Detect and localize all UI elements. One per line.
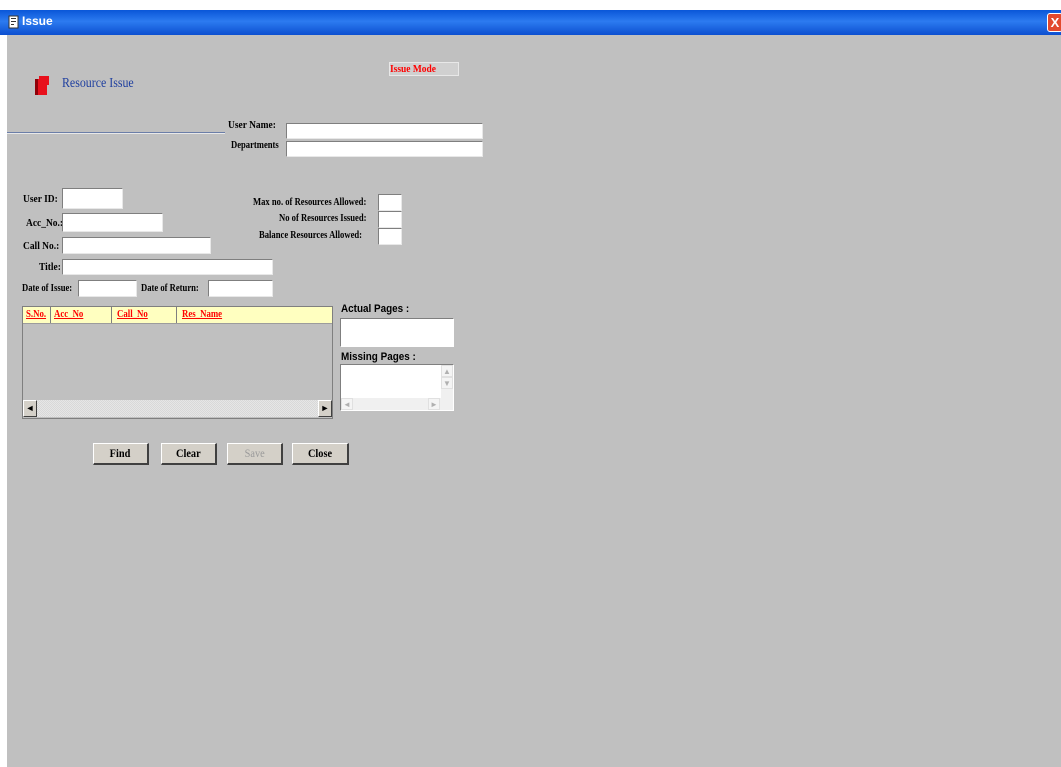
title-label: Title: [39,261,61,273]
acc-no-label: Acc_No.: [26,217,64,229]
user-name-label: User Name: [228,119,276,131]
scroll-right-icon[interactable]: ► [428,398,440,410]
title-bar[interactable]: Issue X [0,10,1061,35]
grid-col-separator [50,307,51,323]
max-allowed-field[interactable] [378,194,402,211]
save-button[interactable]: Save [227,443,283,465]
window-title: Issue [22,14,53,28]
balance-label: Balance Resources Allowed: [259,230,363,241]
departments-label: Departments [231,140,279,151]
grid-horizontal-scrollbar[interactable]: ◄ ► [23,400,332,417]
grid-header: S.No. Acc_No Call_No Res_Name [23,307,332,324]
user-name-field[interactable] [286,123,483,139]
scroll-left-icon[interactable]: ◄ [341,398,353,410]
find-button[interactable]: Find [93,443,149,465]
scroll-right-icon[interactable]: ► [318,400,332,417]
grid-col-res-name[interactable]: Res_Name [182,309,222,320]
grid-col-call-no[interactable]: Call_No [117,309,148,320]
date-of-issue-label: Date of Issue: [22,283,73,294]
scroll-up-icon[interactable]: ▲ [441,365,453,377]
resource-grid[interactable]: S.No. Acc_No Call_No Res_Name ◄ ► [22,306,333,419]
acc-no-field[interactable] [62,213,163,232]
book-icon [35,76,49,95]
balance-field[interactable] [378,228,402,245]
section-title: Resource Issue [62,76,134,91]
grid-col-separator [176,307,177,323]
mode-indicator: Issue Mode [389,62,459,76]
departments-field[interactable] [286,141,483,157]
missing-pages-field[interactable]: ▲ ▼ ◄ ► [340,364,454,411]
app-icon [8,15,19,29]
max-allowed-label: Max no. of Resources Allowed: [253,197,367,208]
date-of-return-field[interactable] [208,280,273,297]
actual-pages-label: Actual Pages : [341,303,410,315]
grid-col-acc-no[interactable]: Acc_No [54,309,83,320]
scroll-left-icon[interactable]: ◄ [23,400,37,417]
mode-label: Issue Mode [390,63,436,75]
scroll-down-icon[interactable]: ▼ [441,377,453,389]
close-button[interactable]: Close [292,443,349,465]
clear-button[interactable]: Clear [161,443,217,465]
title-field[interactable] [62,259,273,275]
user-id-field[interactable] [62,188,123,209]
call-no-field[interactable] [62,237,211,254]
date-of-return-label: Date of Return: [141,283,199,294]
grid-col-separator [111,307,112,323]
issue-window: Issue X Issue Mode Resource Issue User N… [0,0,1061,767]
missing-pages-vscroll[interactable]: ▲ ▼ [441,365,453,410]
issued-label: No of Resources Issued: [279,213,367,224]
missing-pages-label: Missing Pages : [341,351,416,363]
call-no-label: Call No.: [23,240,60,252]
user-id-label: User ID: [23,193,58,205]
issued-field[interactable] [378,211,402,228]
header-divider [7,132,225,134]
form-area: Issue Mode Resource Issue User Name: Dep… [7,35,1061,767]
missing-pages-hscroll[interactable]: ◄ ► [341,398,441,410]
actual-pages-field[interactable] [340,318,454,347]
close-window-button[interactable]: X [1047,13,1061,32]
grid-col-sno[interactable]: S.No. [26,309,46,320]
date-of-issue-field[interactable] [78,280,137,297]
